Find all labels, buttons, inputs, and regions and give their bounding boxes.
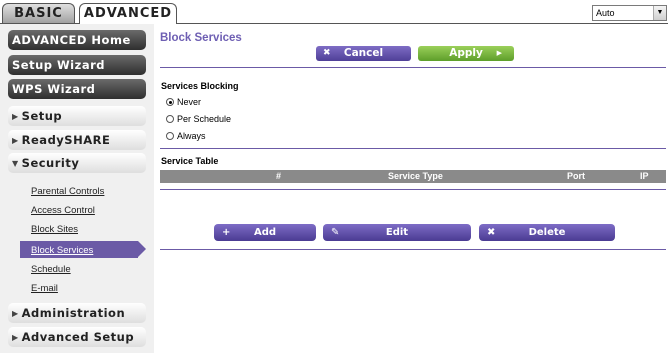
sidebar-item-readyshare[interactable]: ▶ ReadySHARE [8, 130, 146, 150]
active-item-arrow [138, 241, 146, 257]
sidebar-item-setup-wizard[interactable]: Setup Wizard [8, 55, 146, 75]
caret-right-icon: ▶ [12, 136, 19, 145]
top-bar: BASIC ADVANCED Auto ▼ [0, 0, 668, 25]
sidebar-item-label: Security [21, 156, 80, 170]
edit-label: Edit [385, 227, 409, 238]
radio-label: Never [177, 97, 202, 107]
cancel-label: Cancel [343, 47, 384, 59]
submenu-access-control[interactable]: Access Control [31, 205, 95, 216]
sidebar-item-label: Administration [21, 306, 126, 320]
tab-basic[interactable]: BASIC [2, 3, 75, 24]
delete-label: Delete [528, 227, 566, 238]
divider [160, 148, 666, 149]
submenu-parental-controls[interactable]: Parental Controls [31, 186, 104, 197]
caret-right-icon: ▶ [12, 112, 19, 121]
cancel-button[interactable]: ✖ Cancel [316, 46, 411, 61]
apply-button[interactable]: Apply ▶ [418, 46, 514, 61]
divider [160, 249, 666, 250]
arrow-right-icon: ▶ [496, 49, 502, 57]
submenu-email[interactable]: E-mail [31, 283, 58, 294]
radio-option-per-schedule[interactable]: Per Schedule [166, 114, 231, 124]
radio-button[interactable] [166, 115, 174, 123]
sidebar-item-advanced-setup[interactable]: ▶ Advanced Setup [8, 327, 146, 347]
radio-label: Always [177, 131, 206, 141]
add-button[interactable]: + Add [214, 224, 316, 241]
tab-advanced[interactable]: ADVANCED [79, 3, 177, 24]
radio-option-always[interactable]: Always [166, 131, 206, 141]
sidebar-item-wps-wizard[interactable]: WPS Wizard [8, 79, 146, 99]
radio-label: Per Schedule [177, 114, 232, 124]
caret-down-icon: ▼ [12, 159, 19, 168]
delete-button[interactable]: ✖ Delete [479, 224, 615, 241]
services-blocking-heading: Services Blocking [161, 81, 239, 91]
service-table-header: # Service Type Port IP [160, 170, 666, 183]
edit-button[interactable]: ✎ Edit [323, 224, 471, 241]
language-select[interactable]: Auto ▼ [592, 5, 667, 21]
divider [160, 189, 666, 190]
caret-right-icon: ▶ [12, 333, 19, 342]
sidebar-item-security[interactable]: ▼ Security [8, 153, 146, 173]
chevron-down-icon[interactable]: ▼ [653, 6, 666, 20]
sidebar-item-administration[interactable]: ▶ Administration [8, 303, 146, 323]
sidebar-item-label: Advanced Setup [21, 330, 135, 344]
column-header-service-type: Service Type [388, 171, 443, 181]
column-header-number: # [276, 171, 282, 181]
submenu-schedule[interactable]: Schedule [31, 264, 71, 275]
radio-button[interactable] [166, 132, 174, 140]
radio-button[interactable] [166, 98, 174, 106]
add-label: Add [253, 227, 277, 238]
radio-option-never[interactable]: Never [166, 97, 201, 107]
service-table-heading: Service Table [161, 156, 219, 166]
divider [160, 67, 666, 68]
sidebar-item-label: Setup [21, 109, 63, 123]
language-select-value: Auto [596, 8, 615, 18]
column-header-ip: IP [640, 171, 649, 181]
caret-right-icon: ▶ [12, 309, 19, 318]
submenu-block-sites[interactable]: Block Sites [31, 224, 78, 235]
sidebar-item-label: ReadySHARE [21, 133, 111, 147]
submenu-block-services[interactable]: Block Services [31, 245, 93, 256]
page-title: Block Services [160, 32, 242, 44]
sidebar-item-setup[interactable]: ▶ Setup [8, 106, 146, 126]
column-header-port: Port [567, 171, 585, 181]
sidebar-item-advanced-home[interactable]: ADVANCED Home [8, 30, 146, 50]
